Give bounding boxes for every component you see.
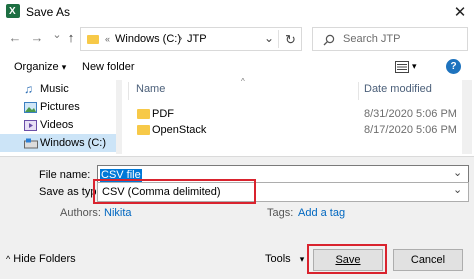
pictures-icon: [24, 102, 37, 113]
authors-value[interactable]: Nikita: [104, 208, 132, 219]
nav-item-pictures[interactable]: Pictures: [0, 98, 116, 116]
nav-item-label: Music: [40, 83, 69, 95]
file-name-label: File name:: [39, 169, 91, 181]
search-input[interactable]: Search JTP: [312, 27, 468, 51]
search-placeholder: Search JTP: [343, 33, 401, 45]
drive-icon: [24, 138, 38, 149]
tools-button[interactable]: Tools ▾: [265, 254, 304, 265]
add-tag-link[interactable]: Add a tag: [298, 208, 345, 219]
forward-button[interactable]: →: [30, 30, 44, 46]
videos-icon: [24, 120, 37, 131]
column-header-date-modified[interactable]: Date modified: [364, 84, 432, 95]
close-icon[interactable]: ✕: [452, 3, 468, 21]
filelist-scrollbar[interactable]: [462, 80, 472, 154]
organize-button[interactable]: Organize ▾: [14, 62, 66, 73]
folder-icon: [137, 109, 150, 119]
organize-label: Organize: [14, 61, 59, 73]
address-divider: [278, 30, 279, 48]
address-overflow[interactable]: «: [105, 35, 110, 44]
save-button-highlight: [307, 244, 387, 274]
view-icon: [395, 61, 409, 73]
file-date: 8/31/2020 5:06 PM: [364, 108, 457, 120]
save-as-type-dropdown-icon[interactable]: ⌄: [453, 185, 462, 196]
tools-label: Tools: [265, 253, 291, 265]
navpane-scrollbar[interactable]: [116, 80, 122, 154]
list-item[interactable]: PDF 8/31/2020 5:06 PM: [128, 105, 458, 122]
file-name: PDF: [152, 108, 174, 120]
address-dropdown-icon[interactable]: ⌄: [264, 32, 274, 44]
organize-arrow-icon: ▾: [61, 62, 67, 72]
file-date: 8/17/2020 5:06 PM: [364, 124, 457, 136]
refresh-icon[interactable]: ↻: [285, 33, 296, 46]
sort-indicator-icon: ^: [241, 77, 245, 86]
nav-item-label: Pictures: [40, 101, 80, 113]
music-icon: ♫: [24, 82, 33, 96]
column-separator: [128, 82, 129, 100]
folder-icon: [137, 125, 150, 135]
save-as-type-highlight: [93, 179, 256, 204]
file-name: OpenStack: [152, 124, 207, 136]
address-bar[interactable]: « Windows (C:) › JTP ⌄ ↻: [80, 27, 302, 51]
address-segment-jtp[interactable]: JTP: [187, 34, 207, 45]
help-icon[interactable]: ?: [446, 59, 461, 74]
nav-item-label: Videos: [40, 119, 74, 131]
back-button[interactable]: ←: [8, 30, 22, 46]
list-item[interactable]: OpenStack 8/17/2020 5:06 PM: [128, 122, 458, 139]
column-separator[interactable]: [358, 82, 359, 100]
authors-label: Authors:: [60, 207, 101, 219]
excel-icon: X: [6, 4, 20, 18]
up-button[interactable]: ↑: [64, 30, 78, 46]
tags-label: Tags:: [267, 207, 294, 219]
tools-arrow-icon: ▾: [299, 254, 305, 264]
address-segment-windows[interactable]: Windows (C:): [115, 34, 181, 45]
cancel-button[interactable]: Cancel: [393, 249, 463, 271]
title-bar: X Save As ✕: [0, 0, 474, 22]
address-separator: ›: [179, 33, 183, 44]
hide-folders-button[interactable]: ^ Hide Folders: [6, 254, 76, 265]
folder-icon: [87, 35, 99, 44]
hide-folders-label: Hide Folders: [13, 253, 76, 265]
window-title: Save As: [26, 5, 71, 19]
toolbar: Organize ▾ New folder ▾ ?: [0, 57, 474, 77]
nav-item-label: Windows (C:): [40, 137, 107, 149]
chevron-up-icon: ^: [6, 254, 11, 264]
nav-item-windows-c[interactable]: Windows (C:): [0, 134, 116, 152]
excel-icon-letter: X: [9, 6, 16, 17]
navigation-pane: ♫ Music Pictures Videos Windows (C:): [0, 80, 122, 154]
column-header-name[interactable]: Name: [136, 84, 165, 95]
change-view-button[interactable]: ▾: [395, 60, 423, 74]
file-name-dropdown-icon[interactable]: ⌄: [453, 168, 462, 179]
search-icon: [323, 34, 335, 46]
recent-locations-button[interactable]: ⌄: [50, 28, 64, 44]
nav-item-videos[interactable]: Videos: [0, 116, 116, 134]
nav-item-music[interactable]: ♫ Music: [0, 80, 116, 98]
view-arrow-icon: ▾: [412, 61, 417, 71]
new-folder-button[interactable]: New folder: [82, 62, 135, 73]
